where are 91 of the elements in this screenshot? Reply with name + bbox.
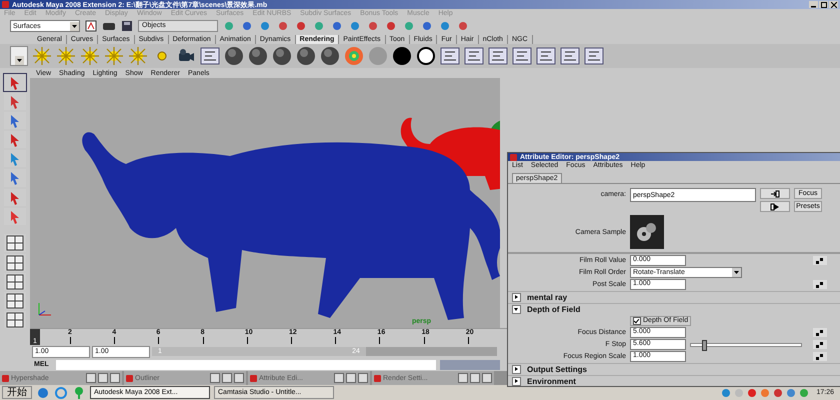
shelf-menu-button[interactable] — [10, 46, 28, 66]
command-result-field — [440, 360, 500, 370]
slider-thumb[interactable] — [702, 340, 707, 351]
section-title: Output Settings — [527, 364, 587, 374]
light-icon[interactable] — [104, 46, 124, 66]
tray-icon[interactable] — [773, 388, 784, 398]
selection-mask-icon[interactable] — [384, 20, 398, 32]
restore-button[interactable] — [86, 373, 96, 383]
selection-mask-icon[interactable] — [366, 20, 380, 32]
maya-logo-icon — [374, 374, 381, 382]
selection-mask-icon[interactable] — [276, 20, 290, 32]
render-tool-icon[interactable] — [488, 46, 508, 66]
input-arrow-icon — [770, 190, 780, 198]
tool-icon[interactable] — [4, 93, 26, 110]
axis-icon — [36, 300, 54, 318]
close-icon — [830, 2, 836, 8]
material-sphere-icon[interactable] — [320, 46, 340, 66]
output-connection-button[interactable] — [760, 201, 790, 212]
light-icon[interactable] — [80, 46, 100, 66]
section-header[interactable]: mental ray — [508, 291, 840, 302]
start-button[interactable]: 开始 — [2, 386, 32, 399]
selection-mask-icon[interactable] — [294, 20, 308, 32]
render-tool-icon[interactable] — [584, 46, 604, 66]
map-button[interactable] — [813, 352, 827, 362]
selection-mask-icon[interactable] — [420, 20, 434, 32]
material-sphere-icon[interactable] — [272, 46, 292, 66]
checkbox[interactable] — [633, 316, 641, 325]
tray-icon[interactable] — [721, 388, 732, 398]
render-tool-icon[interactable] — [560, 46, 580, 66]
ramp-sphere-icon[interactable] — [344, 46, 364, 66]
selection-mask-icon[interactable] — [456, 20, 470, 32]
caret-icon — [70, 22, 79, 30]
ring-icon[interactable] — [416, 46, 436, 66]
layout-icon[interactable] — [4, 292, 26, 309]
render-tool-icon[interactable] — [536, 46, 556, 66]
tool-icon[interactable] — [4, 112, 26, 130]
maximize-icon — [820, 2, 826, 8]
maya-logo-icon — [2, 1, 9, 8]
maya-logo-icon — [2, 374, 9, 382]
section-header[interactable]: Environment — [508, 375, 840, 386]
tray-icon[interactable] — [786, 388, 796, 398]
light-icon[interactable] — [56, 46, 76, 66]
section-title: Environment — [527, 376, 576, 386]
restore-button[interactable] — [458, 373, 468, 383]
section-header[interactable]: Output Settings — [508, 363, 840, 374]
selection-mask-icon[interactable] — [240, 20, 254, 32]
layout-icon[interactable] — [4, 310, 26, 328]
material-sphere-icon[interactable] — [296, 46, 316, 66]
tool-icon[interactable] — [4, 131, 26, 148]
render-tool-icon[interactable] — [464, 46, 484, 66]
caret-icon — [14, 56, 24, 65]
map-button[interactable] — [813, 280, 827, 290]
tray-icon[interactable] — [747, 388, 758, 398]
light-icon[interactable] — [128, 46, 148, 66]
material-sphere-icon[interactable] — [224, 46, 244, 66]
selection-mask-icon[interactable] — [330, 20, 344, 32]
maximize-button[interactable] — [819, 1, 828, 8]
tool-icon[interactable] — [4, 74, 26, 92]
maya-logo-icon — [510, 154, 517, 161]
command-line-field[interactable] — [56, 360, 436, 370]
section-title: mental ray — [527, 292, 568, 302]
render-tool-icon[interactable] — [200, 46, 220, 66]
maya-logo-icon — [126, 374, 133, 382]
close-button[interactable] — [829, 1, 838, 8]
layout-icon[interactable] — [4, 272, 26, 290]
new-scene-icon[interactable] — [84, 20, 98, 32]
tool-icon[interactable] — [4, 188, 26, 206]
selection-mask-icon[interactable] — [438, 20, 452, 32]
selection-mask-icon[interactable] — [348, 20, 362, 32]
layout-icon[interactable] — [4, 234, 26, 252]
render-tool-icon[interactable] — [512, 46, 532, 66]
map-button[interactable] — [813, 256, 827, 266]
render-tool-icon[interactable] — [440, 46, 460, 66]
section-header[interactable]: Depth of Field — [508, 303, 840, 314]
save-icon[interactable] — [120, 20, 134, 32]
selection-mask-icon[interactable] — [258, 20, 272, 32]
map-button[interactable] — [813, 328, 827, 338]
map-button[interactable] — [813, 340, 827, 350]
output-arrow-icon — [770, 202, 780, 211]
maya-logo-icon — [250, 374, 257, 382]
caret-icon — [732, 268, 741, 278]
restore-button[interactable] — [210, 373, 220, 383]
material-sphere-icon[interactable] — [248, 46, 268, 66]
restore-button[interactable] — [334, 373, 344, 383]
layout-icon[interactable] — [4, 254, 26, 271]
solid-sphere-icon[interactable] — [392, 46, 412, 66]
tool-icon[interactable] — [4, 169, 26, 187]
camera-sample-icon — [630, 215, 664, 250]
section-title: Depth of Field — [527, 304, 580, 314]
input-connection-button[interactable] — [760, 188, 790, 200]
minimize-button[interactable] — [809, 1, 818, 8]
